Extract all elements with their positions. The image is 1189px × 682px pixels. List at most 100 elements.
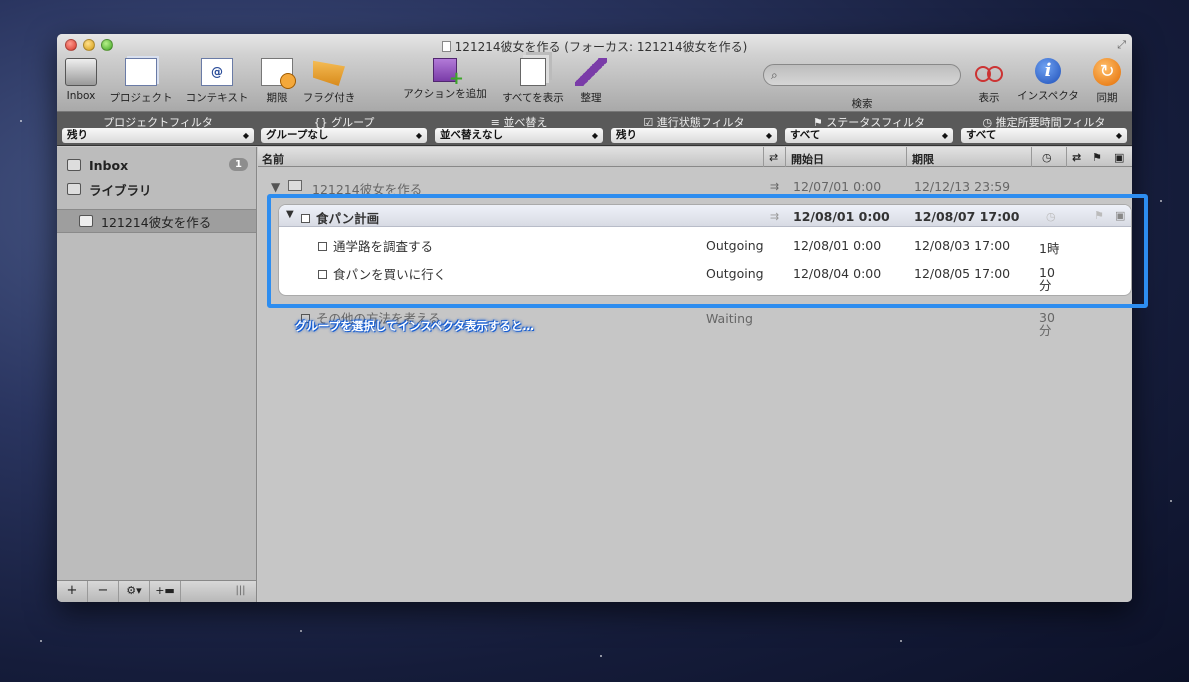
duration-filter: ◷ 推定所要時間フィルタ すべて ◆: [961, 114, 1127, 143]
show-all-button[interactable]: すべてを表示: [497, 58, 569, 105]
add-button[interactable]: +: [57, 581, 88, 602]
info-icon: i: [1035, 58, 1061, 84]
column-start-header[interactable]: 開始日: [791, 151, 824, 167]
clean-up-button[interactable]: 整理: [573, 58, 609, 105]
sidebar-item-label: 121214彼女を作る: [101, 214, 212, 230]
flagged-button[interactable]: フラグ付き: [299, 58, 359, 105]
stacked-pages-icon: [520, 58, 546, 86]
progress-filter-value: 残り: [616, 129, 637, 141]
sort-filter-label: ≡ 並べ替え: [490, 116, 548, 129]
project-button[interactable]: プロジェクト: [105, 58, 177, 105]
flag-icon[interactable]: ⚑: [1092, 151, 1102, 164]
flagged-button-label: フラグ付き: [302, 92, 356, 104]
project-row-due[interactable]: 12/12/13 23:59: [914, 179, 1010, 194]
column-due-header[interactable]: 期限: [912, 151, 934, 167]
group-filter-select[interactable]: グループなし ◆: [261, 128, 427, 143]
inspector-button[interactable]: i インスペクタ: [1013, 58, 1083, 103]
folder-icon: [67, 183, 81, 195]
duration-filter-select[interactable]: すべて ◆: [961, 128, 1127, 143]
gear-icon[interactable]: ⚙▾: [119, 581, 150, 602]
star: [40, 640, 42, 642]
context-arrows-icon[interactable]: ⇄: [769, 151, 778, 164]
sort-filter-select[interactable]: 並べ替えなし ◆: [435, 128, 603, 143]
remove-button[interactable]: −: [88, 581, 119, 602]
chevron-updown-icon: ◆: [415, 131, 422, 140]
star: [20, 120, 22, 122]
calendar-clock-icon: [261, 58, 296, 89]
column-separator: [1066, 147, 1067, 167]
view-button[interactable]: 表示: [969, 58, 1009, 105]
group-filter: {} グループ グループなし ◆: [261, 114, 427, 143]
star: [600, 655, 602, 657]
task-row-duration[interactable]: 30 分: [1039, 311, 1055, 337]
resize-grip-icon[interactable]: |||: [225, 581, 256, 602]
sidebar-item-project[interactable]: 121214彼女を作る: [57, 209, 256, 233]
project-filter: プロジェクトフィルタ 残り ◆: [62, 114, 254, 143]
add-folder-button[interactable]: +▬: [150, 581, 181, 602]
duration-filter-value: すべて: [966, 129, 997, 141]
project-row-start[interactable]: 12/07/01 0:00: [793, 179, 881, 194]
column-separator: [906, 147, 907, 167]
sync-button[interactable]: ↻ 同期: [1087, 58, 1127, 105]
sidebar-item-library[interactable]: ライブラリ: [57, 177, 256, 201]
inbox-count-badge: 1: [229, 158, 248, 171]
status-filter-select[interactable]: すべて ◆: [785, 128, 953, 143]
title-bar: 121214彼女を作る (フォーカス: 121214彼女を作る) ⤢: [57, 34, 1132, 56]
sync-button-label: 同期: [1096, 92, 1118, 104]
duration-clock-icon[interactable]: ◷: [1042, 151, 1052, 164]
duration-unit: 分: [1039, 323, 1052, 338]
window-title: 121214彼女を作る (フォーカス: 121214彼女を作る): [57, 38, 1132, 55]
task-row-context[interactable]: Waiting: [706, 311, 753, 326]
search-input[interactable]: ⌕: [763, 64, 961, 86]
column-name-header[interactable]: 名前: [262, 151, 284, 167]
inbox-icon: [67, 159, 81, 171]
chevron-updown-icon: ◆: [1115, 131, 1122, 140]
context-arrows-icon: ⇉: [770, 180, 780, 193]
status-filter-value: すべて: [790, 129, 821, 141]
repeat-icon[interactable]: ⇄: [1072, 151, 1081, 164]
sort-filter-value: 並べ替えなし: [440, 129, 503, 141]
inbox-button[interactable]: Inbox: [63, 58, 99, 102]
add-action-button[interactable]: アクションを追加: [399, 58, 491, 101]
due-button[interactable]: 期限: [259, 58, 296, 105]
sidebar-item-inbox[interactable]: Inbox 1: [57, 153, 256, 177]
chevron-updown-icon: ◆: [591, 131, 598, 140]
inbox-button-label: Inbox: [66, 90, 96, 102]
progress-filter-label: ☑ 進行状態フィルタ: [643, 116, 745, 129]
search-area: ⌕ 検索: [763, 64, 961, 111]
column-separator: [763, 147, 764, 167]
progress-filter-select[interactable]: 残り ◆: [611, 128, 777, 143]
context-button-label: コンテキスト: [185, 92, 249, 104]
project-list-icon: [125, 58, 157, 86]
sidebar-item-label: Inbox: [89, 157, 129, 173]
context-button[interactable]: @ コンテキスト: [181, 58, 253, 105]
fullscreen-icon[interactable]: ⤢: [1117, 38, 1126, 52]
search-icon: ⌕: [771, 68, 778, 82]
chevron-updown-icon: ◆: [242, 131, 249, 140]
add-action-icon: [433, 58, 464, 89]
group-filter-label: {} グループ: [313, 116, 375, 129]
highlight-frame: [267, 194, 1148, 308]
column-separator: [785, 147, 786, 167]
column-separator: [1031, 147, 1032, 167]
disclosure-triangle-icon[interactable]: ▼: [271, 180, 280, 194]
project-filter-label: プロジェクトフィルタ: [103, 116, 213, 129]
sidebar-item-label: ライブラリ: [89, 182, 152, 198]
chevron-updown-icon: ◆: [765, 131, 772, 140]
sort-filter: ≡ 並べ替え 並べ替えなし ◆: [435, 114, 603, 143]
view-button-label: 表示: [978, 92, 1000, 104]
column-header: 名前 ⇄ 開始日 期限 ◷ ⇄ ⚑ ▣: [258, 147, 1132, 167]
note-icon[interactable]: ▣: [1114, 151, 1124, 164]
inbox-tray-icon: [65, 58, 97, 86]
star: [300, 630, 302, 632]
sidebar: Inbox 1 ライブラリ 121214彼女を作る + − ⚙▾ +▬ |||: [57, 147, 257, 602]
status-filter: ⚑ ステータスフィルタ すべて ◆: [785, 114, 953, 143]
project-filter-value: 残り: [67, 129, 88, 141]
glasses-icon: [973, 58, 1005, 86]
app-window: 121214彼女を作る (フォーカス: 121214彼女を作る) ⤢ Inbox…: [57, 34, 1132, 602]
search-label: 検索: [851, 98, 873, 110]
show-all-button-label: すべてを表示: [502, 92, 564, 104]
project-filter-select[interactable]: 残り ◆: [62, 128, 254, 143]
star: [1170, 500, 1172, 502]
duration-filter-label: ◷ 推定所要時間フィルタ: [982, 116, 1106, 129]
